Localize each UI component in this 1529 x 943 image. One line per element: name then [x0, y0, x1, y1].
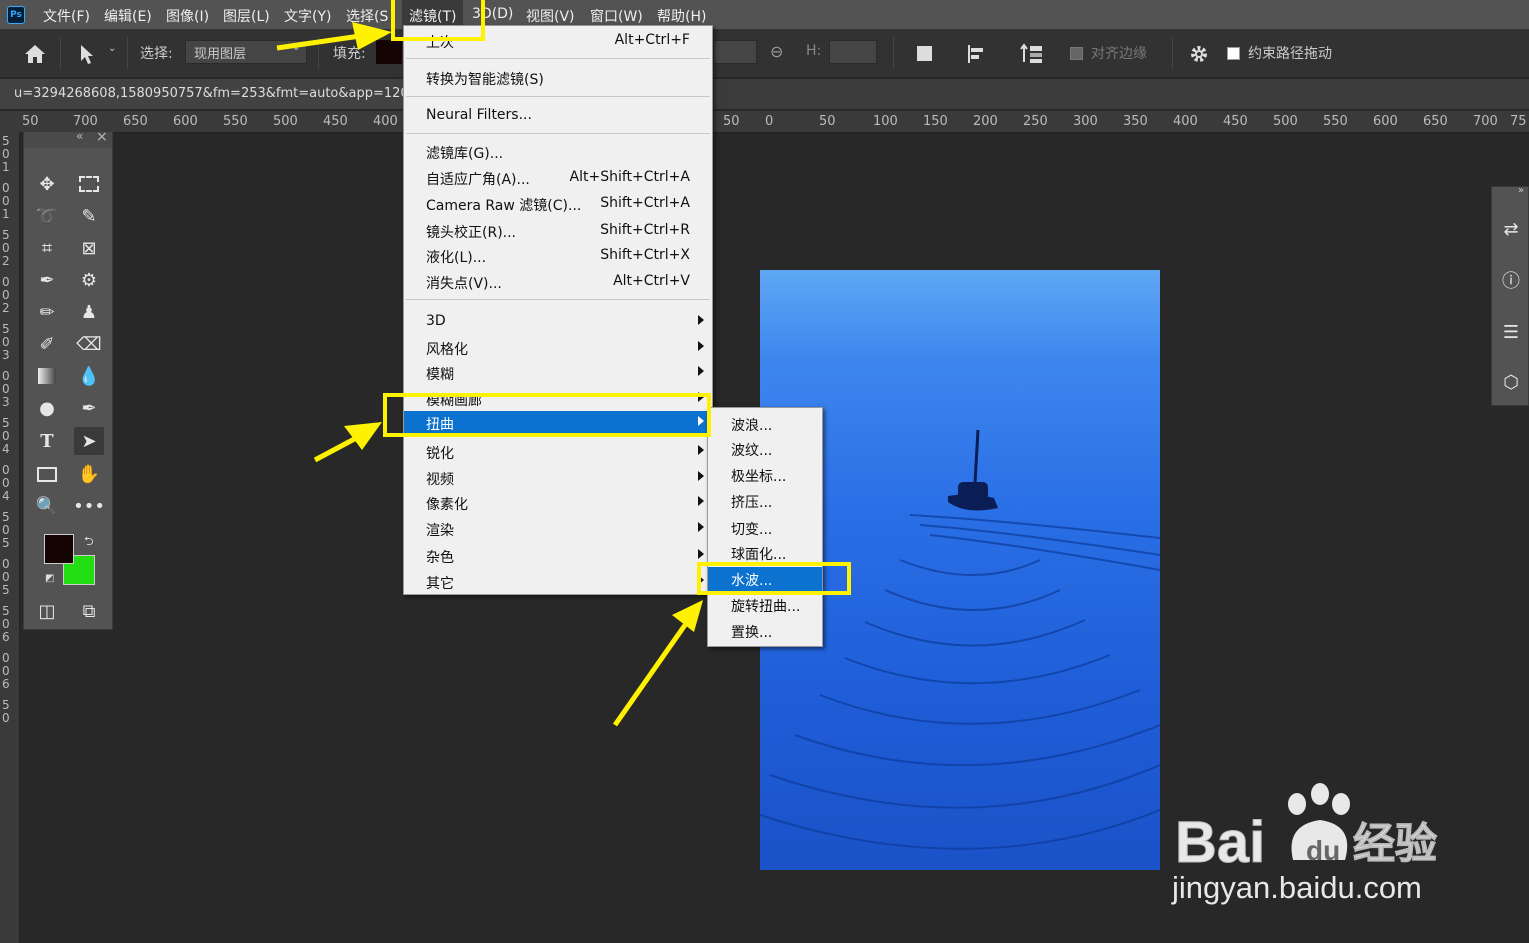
watermark-brand-suffix: 经验 — [1353, 819, 1437, 868]
arrow-to-distort — [313, 433, 362, 463]
foreground-color-swatch[interactable] — [44, 534, 74, 564]
baidu-watermark-logo: Bai du 经验 — [1175, 783, 1438, 870]
svg-text:du: du — [1306, 835, 1340, 866]
arrow-to-filter-menu — [276, 33, 361, 51]
photoshop-window: Ps 文件(F) 编辑(E) 图像(I) 图层(L) 文字(Y) 选择(S 滤镜… — [0, 0, 1529, 943]
watermark-url: jingyan.baidu.com — [1172, 870, 1422, 905]
watermark-brand: Bai — [1175, 810, 1265, 870]
arrow-to-water-ripple — [612, 623, 688, 727]
